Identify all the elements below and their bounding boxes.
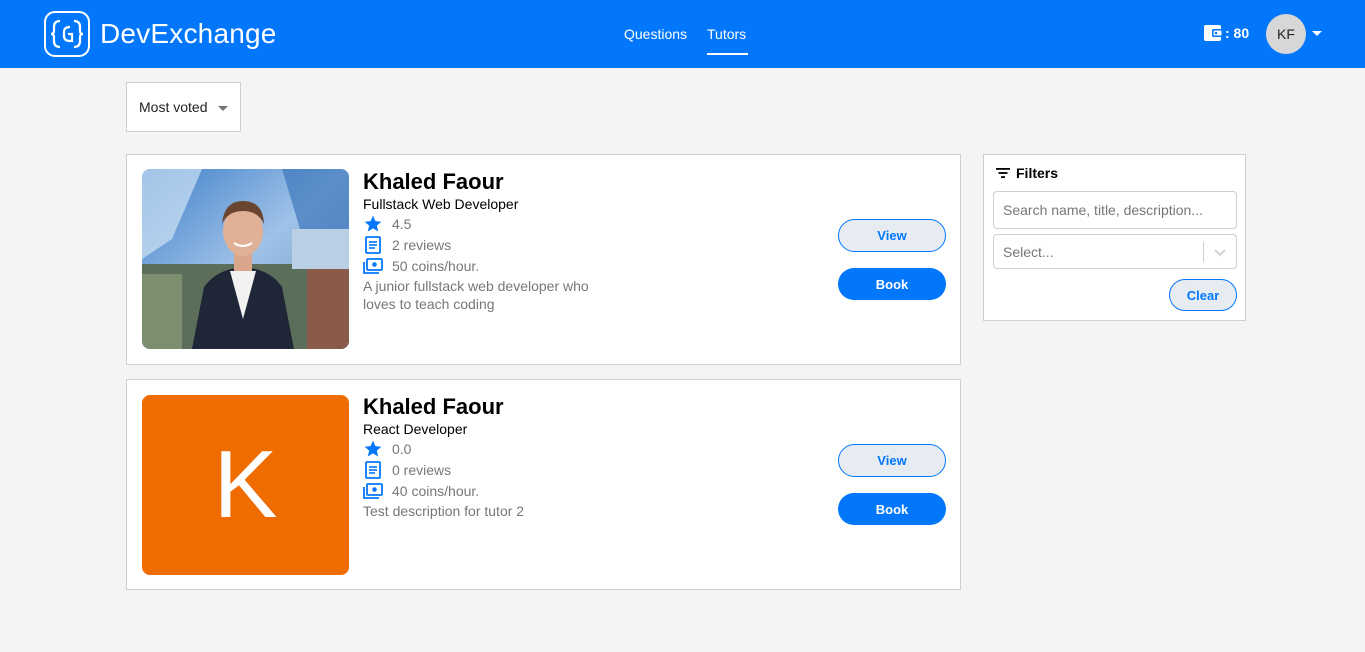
active-nav-indicator xyxy=(707,53,748,55)
chevron-down-icon[interactable] xyxy=(1212,244,1228,260)
tutor-title: React Developer xyxy=(363,421,468,437)
tutor-info: Khaled Faour React Developer 0.0 0 revie… xyxy=(363,394,623,520)
tutor-reviews: 0 reviews xyxy=(363,459,623,480)
document-icon xyxy=(363,235,383,255)
user-avatar[interactable]: KF xyxy=(1266,14,1306,54)
tutor-description: A junior fullstack web developer who lov… xyxy=(363,278,589,312)
rating-value: 0.0 xyxy=(392,440,412,457)
tutor-avatar-letter: K xyxy=(142,395,349,575)
reviews-count: 0 reviews xyxy=(392,461,452,478)
caret-down-icon xyxy=(218,106,228,111)
tutor-info: Khaled Faour Fullstack Web Developer 4.5… xyxy=(363,169,623,313)
tutor-rating: 0.0 xyxy=(363,438,623,459)
money-icon xyxy=(363,256,383,276)
coin-balance: : 80 xyxy=(1203,24,1249,42)
app-name: DevExchange xyxy=(100,18,277,49)
money-icon xyxy=(363,481,383,501)
coin-count: : 80 xyxy=(1225,25,1250,41)
filters-heading: Filters xyxy=(995,165,1058,181)
filters-panel: Filters Select... Clear xyxy=(983,154,1246,321)
book-button[interactable]: Book xyxy=(838,493,946,525)
tag-select[interactable]: Select... xyxy=(993,234,1237,269)
wallet-icon xyxy=(1204,25,1222,41)
rating-value: 4.5 xyxy=(392,215,412,232)
sort-selected-value: Most voted xyxy=(139,99,208,115)
tutor-rate: 40 coins/hour. xyxy=(363,480,623,501)
top-navbar: DevExchange Questions Tutors : 80 KF xyxy=(0,0,1365,68)
tutor-description: Test description for tutor 2 xyxy=(363,503,525,519)
search-input[interactable] xyxy=(993,191,1237,229)
rate-value: 50 coins/hour. xyxy=(392,257,480,274)
nav-questions-link[interactable]: Questions xyxy=(624,25,687,43)
brackets-logo-icon xyxy=(44,11,90,57)
tutor-name: Khaled Faour xyxy=(363,394,504,419)
tutor-photo-image xyxy=(142,169,349,349)
tutor-rate: 50 coins/hour. xyxy=(363,255,623,276)
star-icon xyxy=(363,439,383,459)
tutor-reviews: 2 reviews xyxy=(363,234,623,255)
filter-icon xyxy=(996,168,1010,178)
logo[interactable]: DevExchange xyxy=(44,11,277,57)
rate-value: 40 coins/hour. xyxy=(392,482,480,499)
select-placeholder: Select... xyxy=(1003,243,1054,260)
star-icon xyxy=(363,214,383,234)
tutor-card: K Khaled Faour React Developer 0.0 0 rev… xyxy=(126,379,961,590)
tutor-name: Khaled Faour xyxy=(363,169,504,194)
clear-button[interactable]: Clear xyxy=(1169,279,1237,311)
caret-down-icon[interactable] xyxy=(1312,31,1322,36)
select-separator xyxy=(1203,242,1204,262)
view-button[interactable]: View xyxy=(838,444,946,477)
tutor-rating: 4.5 xyxy=(363,213,623,234)
document-icon xyxy=(363,460,383,480)
tutor-title: Fullstack Web Developer xyxy=(363,196,519,212)
book-button[interactable]: Book xyxy=(838,268,946,300)
reviews-count: 2 reviews xyxy=(392,236,452,253)
view-button[interactable]: View xyxy=(838,219,946,252)
filters-title: Filters xyxy=(1016,165,1059,181)
nav-tutors-link[interactable]: Tutors xyxy=(707,25,746,43)
tutor-photo xyxy=(142,169,349,349)
sort-select[interactable]: Most voted xyxy=(126,82,241,132)
tutor-card: Khaled Faour Fullstack Web Developer 4.5… xyxy=(126,154,961,365)
